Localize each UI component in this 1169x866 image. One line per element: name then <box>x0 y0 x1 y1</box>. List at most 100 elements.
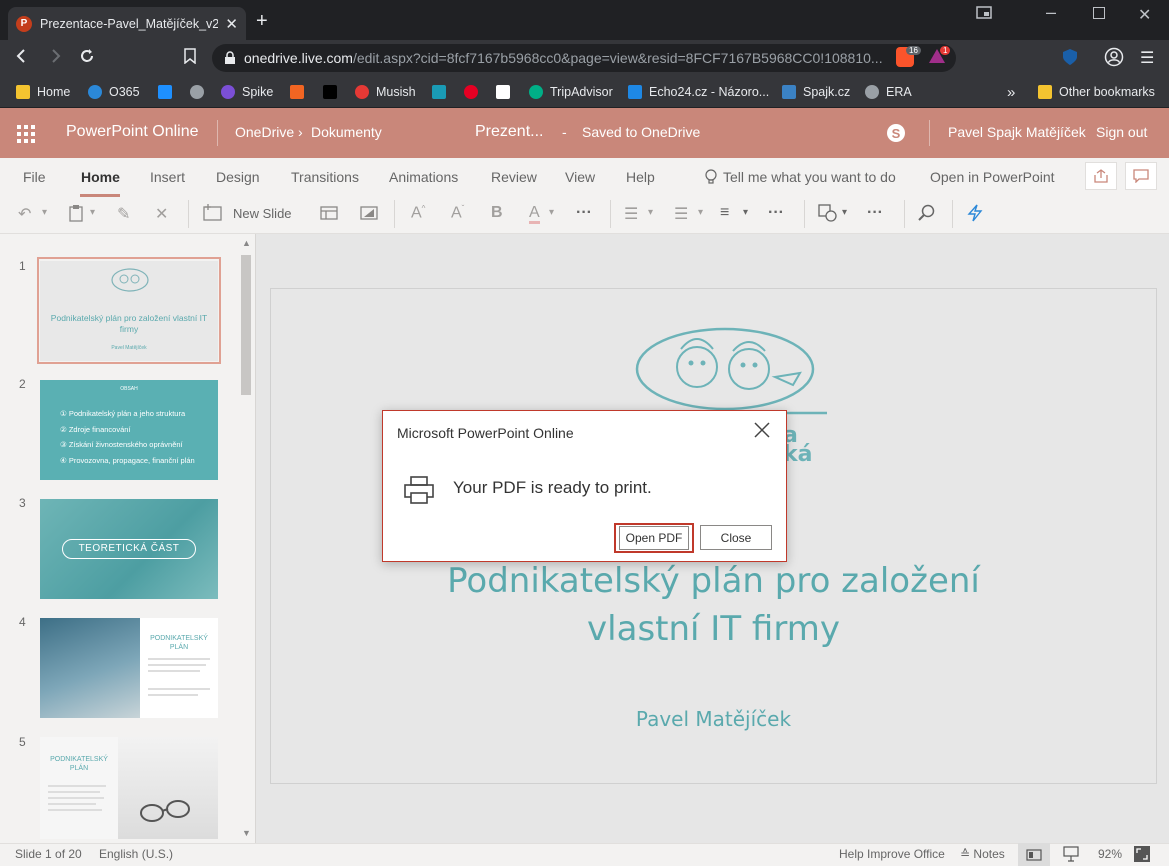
bookmark-trello[interactable] <box>158 82 179 102</box>
tab-close-icon[interactable]: ✕ <box>225 15 238 33</box>
slide-thumbnail-3[interactable]: TEORETICKÁ ČÁST <box>40 499 218 599</box>
bookmark-o365[interactable]: O365 <box>88 82 140 102</box>
minimize-button[interactable]: – <box>1046 2 1056 23</box>
breadcrumb-dokumenty[interactable]: Dokumenty <box>311 124 382 140</box>
tab-file[interactable]: File <box>23 169 46 185</box>
bookmark-tripadvisor[interactable]: TripAdvisor <box>529 82 613 102</box>
open-in-powerpoint[interactable]: Open in PowerPoint <box>930 169 1055 185</box>
cast-icon[interactable] <box>976 6 992 23</box>
app-launcher-icon[interactable] <box>17 125 35 148</box>
bookmark-wikipedia[interactable] <box>496 82 517 102</box>
bookmark-orange[interactable] <box>290 82 311 102</box>
shapes-icon[interactable] <box>818 204 838 227</box>
dialog-close-icon[interactable] <box>753 421 771 444</box>
new-slide-button[interactable]: New Slide <box>233 206 292 221</box>
extension-shield-icon[interactable] <box>1062 48 1078 71</box>
find-icon[interactable] <box>918 204 936 227</box>
fit-to-window-icon[interactable] <box>1133 845 1151 866</box>
comments-button[interactable] <box>1125 162 1157 190</box>
bookmark-era[interactable]: ERA <box>865 82 912 102</box>
chevron-down-icon[interactable]: ▾ <box>42 207 47 218</box>
url-text[interactable]: onedrive.live.com/edit.aspx?cid=8fcf7167… <box>244 50 884 66</box>
layout-icon[interactable] <box>320 206 338 225</box>
bookmark-musish[interactable]: Musish <box>355 82 416 102</box>
tab-review[interactable]: Review <box>491 169 537 185</box>
shrink-font-icon[interactable]: Aˇ <box>451 204 464 222</box>
forward-arrow-icon[interactable] <box>47 48 63 69</box>
tab-view[interactable]: View <box>565 169 595 185</box>
tab-home[interactable]: Home <box>81 169 120 185</box>
chevron-down-icon[interactable]: ▾ <box>648 207 653 218</box>
new-tab-button[interactable]: + <box>256 10 268 33</box>
align-icon[interactable]: ≡ <box>720 204 729 222</box>
slide-thumbnail-2[interactable]: OBSAH ① Podnikatelský plán a jeho strukt… <box>40 380 218 480</box>
slide-subtitle[interactable]: Pavel Matějíček <box>271 707 1156 731</box>
slide-thumbnail-4[interactable]: PODNIKATELSKÝ PLÁN <box>40 618 218 718</box>
chevron-down-icon[interactable]: ▾ <box>743 207 748 218</box>
tell-me-search[interactable]: Tell me what you want to do <box>723 169 896 185</box>
chevron-down-icon[interactable]: ▾ <box>842 207 847 218</box>
scrollbar-thumb[interactable] <box>241 255 251 395</box>
bookmark-echo24[interactable]: Echo24.cz - Názoro... <box>628 82 769 102</box>
window-close-icon[interactable]: ✕ <box>1138 5 1151 25</box>
chevron-down-icon[interactable]: ▾ <box>549 207 554 218</box>
browser-menu-icon[interactable]: ☰ <box>1140 48 1154 68</box>
profile-icon[interactable] <box>1104 47 1124 72</box>
document-title[interactable]: Prezent... <box>475 123 543 141</box>
cut-icon[interactable]: ✕ <box>155 204 168 224</box>
help-improve-office[interactable]: Help Improve Office <box>839 847 945 861</box>
more-drawing-options-icon[interactable]: ··· <box>867 204 883 222</box>
bookmark-pinterest[interactable] <box>464 82 485 102</box>
maximize-button[interactable] <box>1093 6 1105 22</box>
tab-design[interactable]: Design <box>216 169 260 185</box>
slide-design-icon[interactable] <box>360 206 378 225</box>
user-name[interactable]: Pavel Spajk Matějíček <box>948 124 1086 140</box>
tab-transitions[interactable]: Transitions <box>291 169 359 185</box>
slide-thumbnail-1[interactable]: Podnikatelský plán pro založení vlastní … <box>40 261 218 361</box>
tab-animations[interactable]: Animations <box>389 169 458 185</box>
paste-icon[interactable] <box>68 204 84 227</box>
bookmarks-overflow[interactable]: » <box>1007 82 1015 102</box>
bold-icon[interactable]: B <box>491 204 503 222</box>
share-button[interactable] <box>1085 162 1117 190</box>
app-name[interactable]: PowerPoint Online <box>66 123 199 141</box>
normal-view-button[interactable] <box>1018 843 1050 866</box>
sign-out-link[interactable]: Sign out <box>1096 124 1147 140</box>
designer-bolt-icon[interactable] <box>967 204 983 227</box>
font-color-icon[interactable]: A <box>529 204 540 224</box>
language[interactable]: English (U.S.) <box>99 847 173 861</box>
back-arrow-icon[interactable] <box>14 48 30 69</box>
skype-icon[interactable]: S <box>886 123 906 148</box>
other-bookmarks[interactable]: Other bookmarks <box>1038 82 1155 102</box>
slideshow-icon[interactable] <box>1063 846 1079 866</box>
bookmark-triangle[interactable] <box>323 82 344 102</box>
new-slide-icon[interactable] <box>203 203 223 226</box>
slide-thumbnail-5[interactable]: PODNIKATELSKÝ PLÁN <box>40 737 218 839</box>
notes-button[interactable]: ≙ Notes <box>960 847 1005 861</box>
bullets-icon[interactable]: ☰ <box>624 204 638 224</box>
numbering-icon[interactable]: ☰ <box>674 204 688 224</box>
bookmark-spike[interactable]: Spike <box>221 82 273 102</box>
tab-insert[interactable]: Insert <box>150 169 185 185</box>
scroll-down-icon[interactable]: ▼ <box>242 828 251 838</box>
bookmark-apple[interactable] <box>190 82 211 102</box>
breadcrumb-onedrive[interactable]: OneDrive <box>235 124 294 140</box>
scroll-up-icon[interactable]: ▲ <box>242 238 251 248</box>
bookmark-spajk[interactable]: Spajk.cz <box>782 82 850 102</box>
format-painter-icon[interactable]: ✎ <box>117 204 130 224</box>
more-font-options-icon[interactable]: ··· <box>576 204 592 222</box>
close-button[interactable]: Close <box>700 525 772 550</box>
chevron-down-icon[interactable]: ▾ <box>698 207 703 218</box>
grow-font-icon[interactable]: A^ <box>411 204 425 222</box>
undo-icon[interactable]: ↶ <box>18 204 31 224</box>
bookmark-vimeo[interactable] <box>432 82 453 102</box>
browser-tab[interactable]: P Prezentace-Pavel_Matějíček_v2.pptx ✕ <box>8 7 246 40</box>
more-paragraph-options-icon[interactable]: ··· <box>768 204 784 222</box>
slide-title[interactable]: Podnikatelský plán pro založení vlastní … <box>271 557 1156 653</box>
zoom-level[interactable]: 92% <box>1098 847 1122 861</box>
reload-icon[interactable] <box>79 48 95 69</box>
open-pdf-button[interactable]: Open PDF <box>619 526 689 550</box>
chevron-down-icon[interactable]: ▾ <box>90 207 95 218</box>
bookmark-home[interactable]: Home <box>16 82 70 102</box>
bookmark-icon[interactable] <box>184 48 196 69</box>
